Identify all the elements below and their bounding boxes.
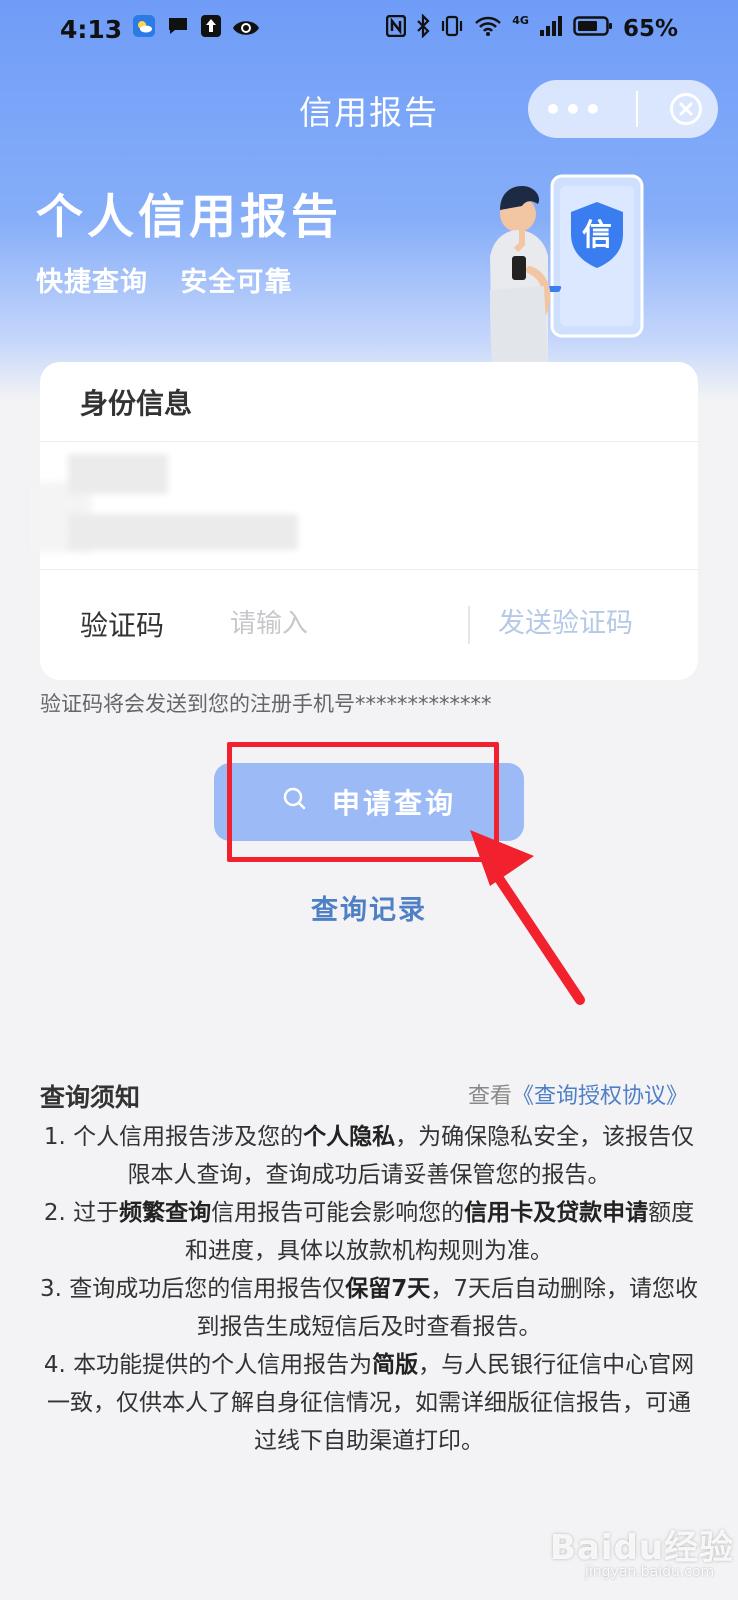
code-row-divider: [468, 606, 470, 644]
hero-tags: 快捷查询 安全可靠: [36, 260, 314, 299]
notice-title: 查询须知: [40, 1083, 141, 1112]
verification-code-label: 验证码: [80, 609, 165, 642]
query-records-link[interactable]: 查询记录: [0, 888, 738, 927]
agreement-link[interactable]: 《查询授权协议》: [512, 1084, 688, 1109]
baidu-watermark: Baidu经验: [550, 1528, 735, 1568]
eye-icon: [232, 15, 260, 44]
redacted-name: [68, 454, 168, 494]
verification-code-row: 验证码 发送验证码: [40, 570, 698, 678]
identity-card: 身份信息 验证码 发送验证码: [32, 362, 698, 680]
shield-character: 信: [582, 218, 612, 253]
message-icon: [166, 14, 190, 44]
notice-item: 4. 本功能提供的个人信用报告为简版，与人民银行征信中心官网一致，仅供本人了解自…: [43, 1352, 695, 1454]
battery-icon: [573, 15, 613, 43]
bluetooth-icon: [416, 13, 430, 44]
agreement-link-row: 查看《查询授权协议》: [468, 1078, 688, 1110]
notice-item: 1. 个人信用报告涉及您的个人隐私，为确保隐私安全，该报告仅限本人查询，查询成功…: [43, 1124, 695, 1188]
hero-tag-safe: 安全可靠: [180, 267, 293, 298]
send-code-button[interactable]: 发送验证码: [498, 570, 633, 678]
status-right: 4G 65%: [386, 13, 678, 44]
nav-bar: 信用报告 •••: [0, 78, 738, 140]
signal-icon: [539, 15, 563, 43]
vibrate-icon: [440, 15, 464, 43]
status-bar: 4:13 4G 65%: [0, 0, 738, 58]
hero-title: 个人信用报告: [36, 190, 342, 245]
wifi-icon: [474, 15, 502, 43]
notice-item: 3. 查询成功后您的信用报告仅保留7天，7天后自动删除，请您收到报告生成短信后及…: [40, 1276, 698, 1340]
nfc-icon: [386, 14, 407, 43]
close-icon[interactable]: [669, 93, 702, 125]
agreement-link-prefix: 查看: [467, 1084, 512, 1109]
notice-item: 2. 过于频繁查询信用报告可能会影响您的信用卡及贷款申请额度和进度，具体以放款机…: [43, 1200, 695, 1264]
verification-hint: 验证码将会发送到您的注册手机号*************: [40, 692, 492, 716]
verification-code-input[interactable]: [230, 609, 460, 639]
notice-list: 1. 个人信用报告涉及您的个人隐私，为确保隐私安全，该报告仅限本人查询，查询成功…: [40, 1118, 698, 1460]
mini-program-capsule: •••: [528, 80, 718, 138]
hero-tag-fast: 快捷查询: [36, 267, 148, 298]
upload-icon: [200, 14, 222, 44]
person-phone-illustration: 信: [470, 170, 670, 370]
status-time: 4:13: [60, 14, 123, 44]
redacted-id-number: [68, 514, 298, 550]
more-icon[interactable]: •••: [544, 93, 604, 126]
status-left: 4:13: [60, 14, 260, 44]
baidu-watermark-url: jingyan.baidu.com: [585, 1564, 715, 1580]
identity-section-title: 身份信息: [40, 362, 698, 442]
annotation-highlight-box: [227, 742, 499, 862]
capsule-divider: [635, 91, 638, 127]
battery-percent: 65%: [622, 16, 678, 42]
identity-info-redacted: [32, 442, 698, 570]
network-type: 4G: [512, 13, 529, 27]
weather-icon: [132, 14, 156, 44]
